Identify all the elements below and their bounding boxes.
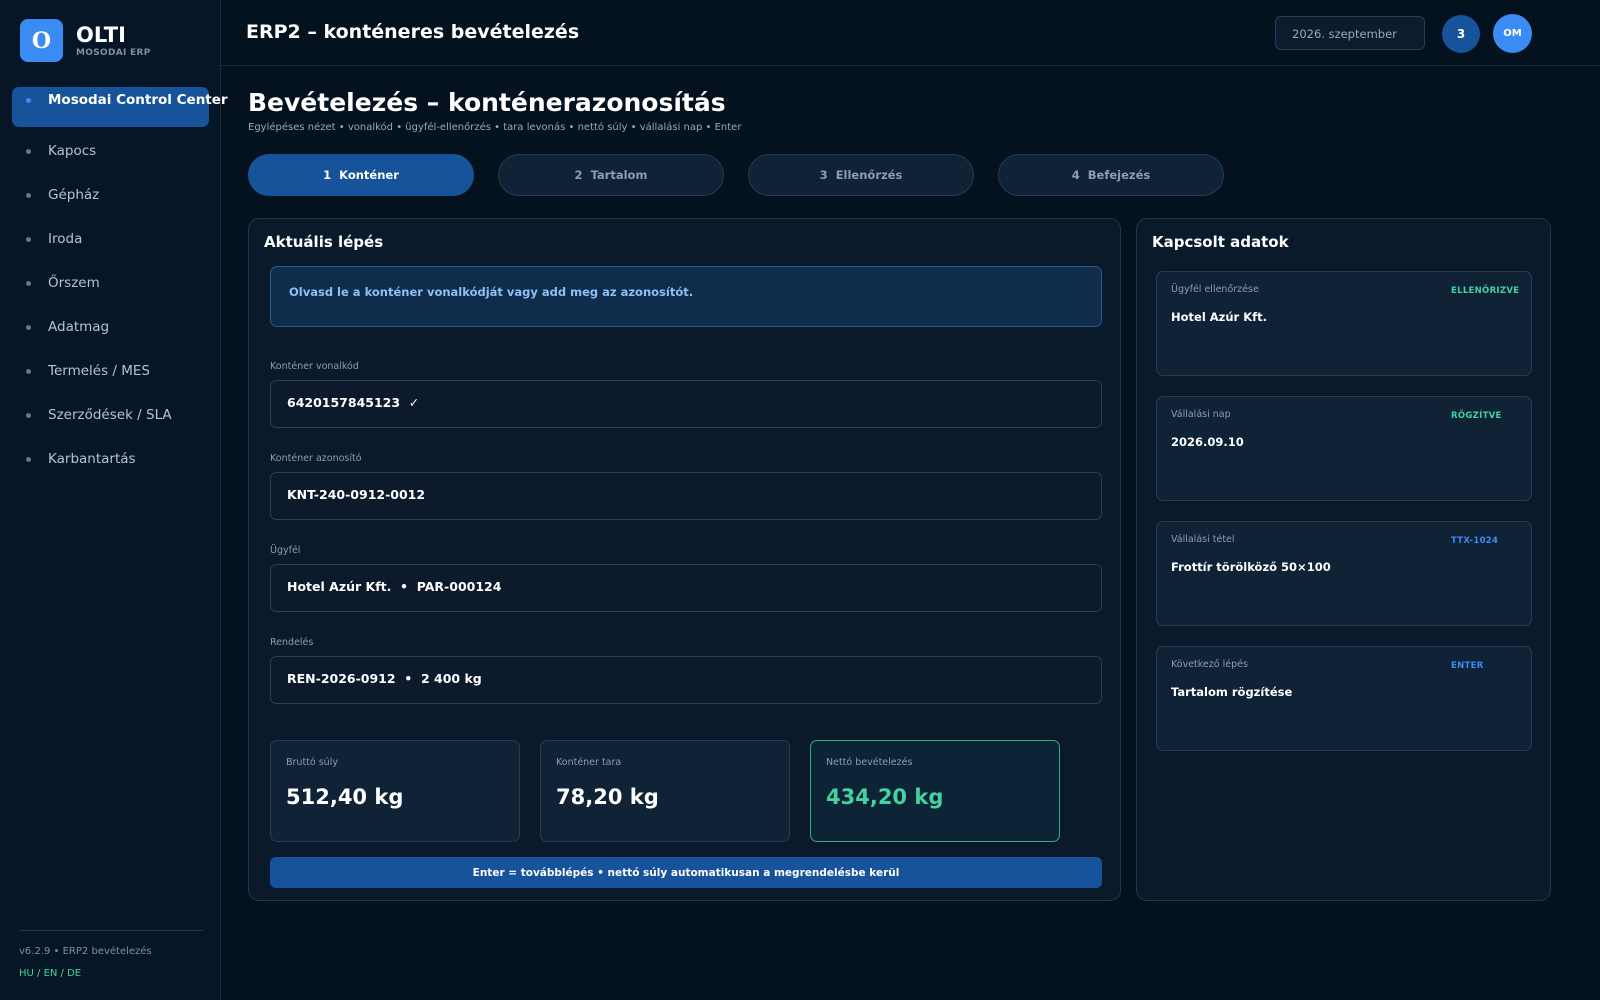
sidebar-item-label: Mosodai Control Center: [48, 92, 228, 108]
sidebar: O OLTI MOSODAI ERP Mosodai Control Cente…: [0, 0, 228, 1000]
step-label: Ellenőrzés: [835, 168, 903, 182]
net-intake-stat: Nettó bevételezés 434,20 kg: [810, 740, 1060, 842]
date-selector[interactable]: 2026. szeptember: [1275, 16, 1425, 50]
commitment-item-card: Vállalási tétel TTX-1024 Frottír törölkö…: [1156, 521, 1532, 626]
field-label: Konténer azonosító: [270, 453, 362, 464]
bullet-icon: [26, 456, 31, 462]
language-switcher[interactable]: HU / EN / DE: [19, 968, 203, 979]
app-logo: O: [20, 19, 63, 62]
user-avatar[interactable]: OM: [1493, 14, 1532, 53]
topbar: ERP2 – konténeres bevételezés 2026. szep…: [221, 0, 1600, 66]
sidebar-item-label: Iroda: [48, 231, 83, 247]
brand[interactable]: O OLTI MOSODAI ERP: [20, 19, 151, 62]
status-badge: ELLENŐRIZVE: [1451, 286, 1520, 296]
bullet-icon: [26, 412, 31, 418]
instruction-hint: Olvasd le a konténer vonalkódját vagy ad…: [270, 266, 1102, 327]
page-title: Bevételezés – konténerazonosítás: [248, 88, 726, 117]
card-label: Vállalási nap: [1171, 409, 1231, 420]
step-label: Tartalom: [590, 168, 648, 182]
sidebar-footer: v6.2.9 • ERP2 bevételezés HU / EN / DE: [19, 930, 203, 979]
stat-value: 434,20 kg: [826, 785, 944, 809]
container-barcode-field[interactable]: 6420157845123 ✓: [270, 380, 1102, 428]
sidebar-item-szerzodesek-sla[interactable]: Szerződések / SLA: [12, 395, 209, 435]
field-label: Ügyfél: [270, 545, 301, 556]
status-badge: RÖGZÍTVE: [1451, 411, 1502, 421]
field-label: Konténer vonalkód: [270, 361, 359, 372]
panel-title: Aktuális lépés: [264, 233, 384, 251]
stat-label: Konténer tara: [556, 757, 622, 768]
sidebar-item-mosodai-control-center[interactable]: Mosodai Control Center: [12, 87, 228, 127]
sidebar-item-iroda[interactable]: Iroda: [12, 219, 209, 259]
sidebar-item-label: Termelés / MES: [48, 363, 150, 379]
sidebar-item-label: Adatmag: [48, 319, 110, 335]
sidebar-item-label: Kapocs: [48, 143, 97, 159]
container-id-field[interactable]: KNT-240-0912-0012: [270, 472, 1102, 520]
bullet-icon: [26, 98, 31, 103]
sidebar-item-label: Gépház: [48, 187, 100, 203]
field-label: Rendelés: [270, 637, 314, 648]
bullet-icon: [26, 148, 31, 154]
card-value: 2026.09.10: [1171, 435, 1244, 449]
card-value: Tartalom rögzítése: [1171, 685, 1293, 699]
current-step-panel: Aktuális lépés Olvasd le a konténer vona…: [248, 218, 1121, 901]
sidebar-item-label: Karbantartás: [48, 451, 136, 467]
step-kontener[interactable]: 1 Konténer: [248, 154, 474, 196]
enter-continue-bar[interactable]: Enter = továbblépés • nettó súly automat…: [270, 857, 1102, 888]
step-number: 2: [574, 168, 583, 182]
commitment-day-card: Vállalási nap RÖGZÍTVE 2026.09.10: [1156, 396, 1532, 501]
card-value: Hotel Azúr Kft.: [1171, 310, 1268, 324]
step-number: 3: [819, 168, 828, 182]
bullet-icon: [26, 280, 31, 286]
sidebar-nav: Mosodai Control Center Kapocs Gépház Iro…: [12, 87, 228, 483]
item-code-badge: TTX-1024: [1451, 536, 1499, 546]
card-value: Frottír törölköző 50×100: [1171, 560, 1331, 574]
key-hint-badge: ENTER: [1451, 661, 1484, 671]
sidebar-item-adatmag[interactable]: Adatmag: [12, 307, 209, 347]
sidebar-item-gephaz[interactable]: Gépház: [12, 175, 209, 215]
app-title: ERP2 – konténeres bevételezés: [246, 21, 580, 43]
step-ellenorzes[interactable]: 3 Ellenőrzés: [748, 154, 974, 196]
sidebar-item-termeles-mes[interactable]: Termelés / MES: [12, 351, 209, 391]
related-data-panel: Kapcsolt adatok Ügyfél ellenőrzése ELLEN…: [1136, 218, 1551, 901]
card-label: Következő lépés: [1171, 659, 1248, 670]
stat-label: Bruttó súly: [286, 757, 338, 768]
step-number: 4: [1071, 168, 1080, 182]
panel-title: Kapcsolt adatok: [1152, 233, 1289, 251]
step-number: 1: [323, 168, 332, 182]
card-label: Vállalási tétel: [1171, 534, 1235, 545]
stat-value: 78,20 kg: [556, 785, 659, 809]
brand-name: OLTI: [76, 23, 126, 47]
bullet-icon: [26, 368, 31, 374]
sidebar-item-karbantartas[interactable]: Karbantartás: [12, 439, 209, 479]
sidebar-item-orszem[interactable]: Őrszem: [12, 263, 209, 303]
gross-weight-stat: Bruttó súly 512,40 kg: [270, 740, 520, 842]
brand-subtitle: MOSODAI ERP: [76, 48, 151, 58]
page-subtitle: Egylépéses nézet • vonalkód • ügyfél-ell…: [248, 122, 742, 133]
bullet-icon: [26, 192, 31, 198]
notifications-badge[interactable]: 3: [1442, 15, 1480, 53]
version-text: v6.2.9 • ERP2 bevételezés: [19, 946, 152, 957]
card-label: Ügyfél ellenőrzése: [1171, 284, 1259, 295]
stat-value: 512,40 kg: [286, 785, 404, 809]
step-befejezes[interactable]: 4 Befejezés: [998, 154, 1224, 196]
step-tartalom[interactable]: 2 Tartalom: [498, 154, 724, 196]
sidebar-item-label: Őrszem: [48, 275, 100, 291]
sidebar-item-kapocs[interactable]: Kapocs: [12, 131, 209, 171]
container-tare-stat: Konténer tara 78,20 kg: [540, 740, 790, 842]
stat-label: Nettó bevételezés: [826, 757, 913, 768]
order-field[interactable]: REN-2026-0912 • 2 400 kg: [270, 656, 1102, 704]
next-step-card: Következő lépés ENTER Tartalom rögzítése: [1156, 646, 1532, 751]
sidebar-item-label: Szerződések / SLA: [48, 407, 172, 423]
customer-field[interactable]: Hotel Azúr Kft. • PAR-000124: [270, 564, 1102, 612]
customer-check-card: Ügyfél ellenőrzése ELLENŐRIZVE Hotel Azú…: [1156, 271, 1532, 376]
step-label: Befejezés: [1087, 168, 1151, 182]
bullet-icon: [26, 236, 31, 242]
bullet-icon: [26, 324, 31, 330]
step-label: Konténer: [339, 168, 399, 182]
